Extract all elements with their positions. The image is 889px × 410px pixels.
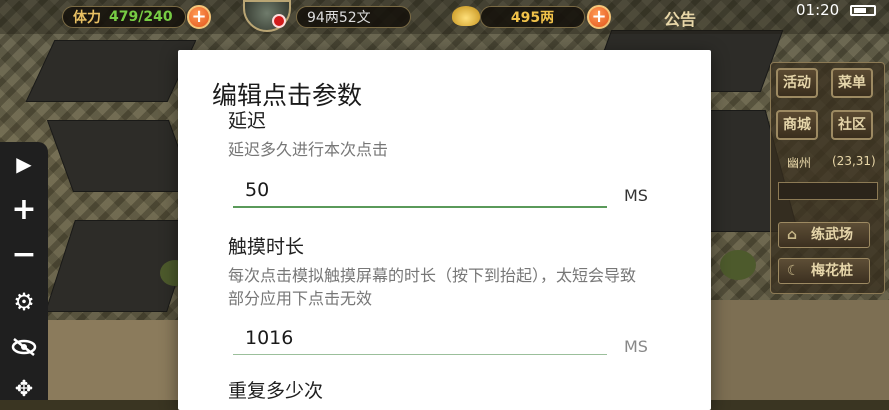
gold-ingot-icon <box>452 6 480 26</box>
community-button[interactable]: 社区 <box>831 110 873 140</box>
minus-icon[interactable]: − <box>0 235 48 275</box>
place-label: 练武场 <box>811 227 853 243</box>
location-coords: (23,31) <box>832 154 876 168</box>
gold-value: 495两 <box>510 10 555 26</box>
place-plum-stakes[interactable]: ☾ 梅花桩 <box>778 258 870 284</box>
notice-button[interactable]: 公告 <box>664 6 696 30</box>
arena-icon: ⌂ <box>787 227 798 243</box>
delay-unit: MS <box>624 186 648 205</box>
place-label: 梅花桩 <box>811 263 853 279</box>
move-icon[interactable]: ✥ <box>0 370 48 410</box>
menu-button[interactable]: 菜单 <box>831 68 873 98</box>
add-stamina-button[interactable]: + <box>187 5 211 29</box>
edit-click-params-dialog: 编辑点击参数 延迟 延迟多久进行本次点击 MS 触摸时长 每次点击模拟触摸屏幕的… <box>178 50 711 410</box>
location-name: 幽州 <box>787 156 812 170</box>
game-wall <box>48 320 178 400</box>
touch-duration-unit: MS <box>624 337 648 356</box>
delay-label: 延迟 <box>228 110 267 132</box>
silver-display: 94两52文 <box>296 6 411 28</box>
touch-duration-input[interactable] <box>233 322 619 354</box>
gear-icon[interactable]: ⚙ <box>0 282 48 322</box>
place-martial-arena[interactable]: ⌂ 练武场 <box>778 222 870 248</box>
plus-icon[interactable]: + <box>0 190 48 230</box>
game-roof <box>46 120 196 192</box>
moon-icon: ☾ <box>787 263 800 279</box>
eye-off-icon[interactable] <box>0 326 48 366</box>
auto-clicker-toolbar: ▶ + − ⚙ ✥ <box>0 142 48 402</box>
touch-duration-label: 触摸时长 <box>228 236 305 258</box>
delay-input[interactable] <box>233 174 619 206</box>
game-wall <box>711 300 889 400</box>
play-icon[interactable]: ▶ <box>0 144 48 184</box>
status-clock: 01:20 <box>796 1 840 19</box>
touch-duration-description: 每次点击模拟触摸屏幕的时长（按下到抬起），太短会导致部分应用下点击无效 <box>228 266 637 308</box>
stamina-value: 479/240 <box>109 9 173 25</box>
notification-dot <box>272 14 286 28</box>
gold-display: 495两 <box>480 6 585 28</box>
delay-description: 延迟多久进行本次点击 <box>228 140 389 159</box>
battery-icon <box>850 5 876 16</box>
silver-value: 94两52文 <box>307 10 371 26</box>
minimap-strip[interactable] <box>778 182 878 200</box>
game-roof <box>25 40 197 102</box>
add-gold-button[interactable]: + <box>587 5 611 29</box>
stamina-label: 体力 <box>73 10 101 26</box>
game-tree <box>720 250 756 280</box>
activity-button[interactable]: 活动 <box>776 68 818 98</box>
repeat-count-label: 重复多少次 <box>228 380 324 402</box>
delay-input-underline <box>233 206 607 208</box>
stamina-display: 体力 479/240 <box>62 6 186 28</box>
shop-button[interactable]: 商城 <box>776 110 818 140</box>
touch-duration-underline <box>233 354 607 355</box>
